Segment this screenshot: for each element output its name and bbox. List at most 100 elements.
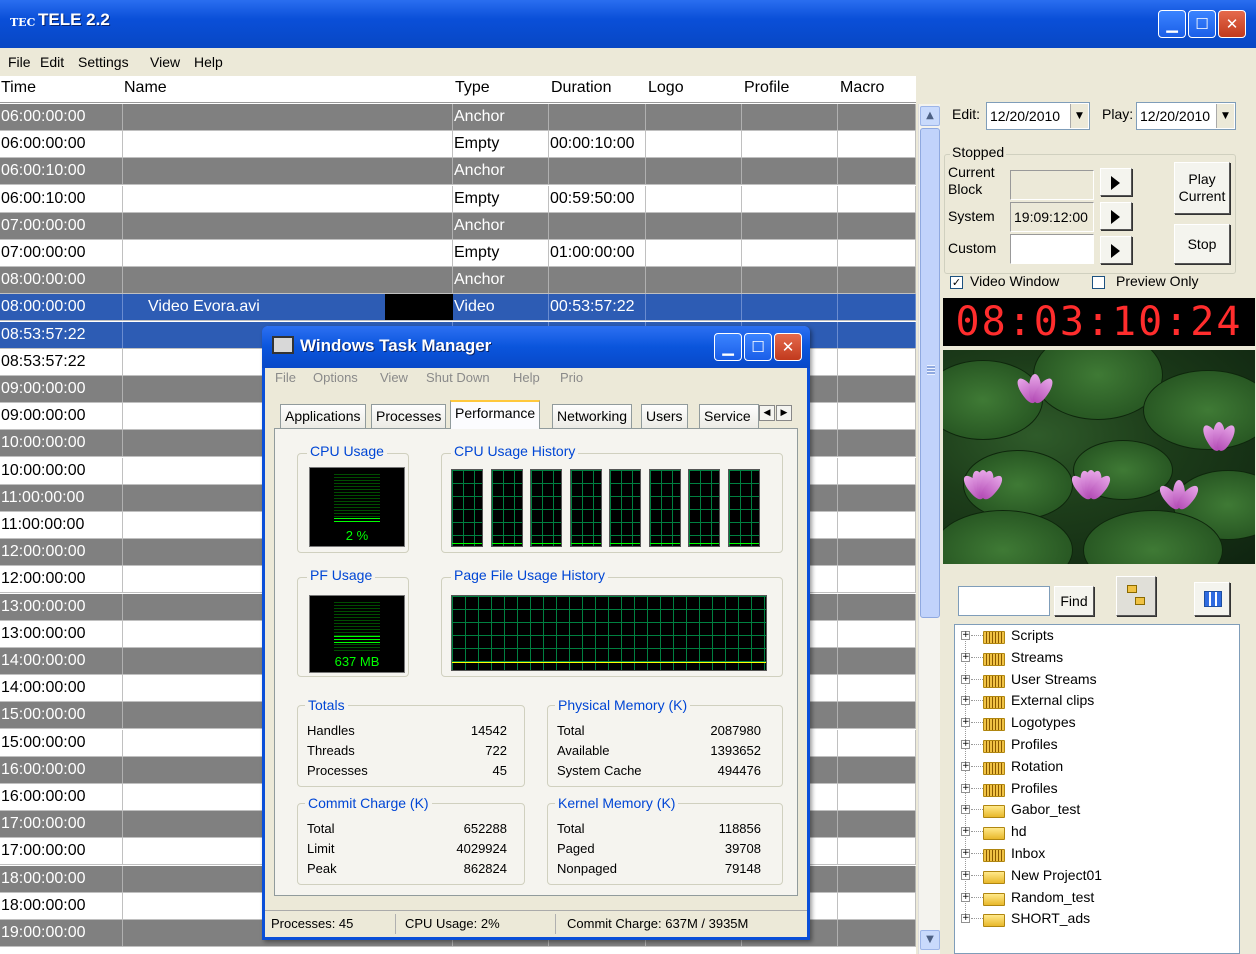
expand-icon[interactable]: + bbox=[961, 849, 970, 858]
cell-type: Anchor bbox=[453, 158, 549, 185]
tree-item[interactable]: + Profiles bbox=[961, 734, 1231, 756]
tm-maximize-button[interactable]: ☐ bbox=[744, 333, 772, 361]
cell-duration: 01:00:00:00 bbox=[549, 240, 646, 266]
play-system-button[interactable] bbox=[1100, 202, 1132, 230]
menu-edit[interactable]: Edit bbox=[40, 54, 64, 70]
tree-item[interactable]: + External clips bbox=[961, 690, 1231, 712]
close-button[interactable]: ✕ bbox=[1218, 10, 1246, 38]
table-row[interactable]: 07:00:00:00 Anchor bbox=[0, 212, 916, 240]
expand-icon[interactable]: + bbox=[961, 870, 970, 880]
grid-view-button[interactable] bbox=[1194, 582, 1230, 616]
header-name[interactable]: Name bbox=[124, 79, 167, 97]
table-row[interactable]: 08:00:00:00 Anchor bbox=[0, 267, 916, 295]
tab-processes[interactable]: Processes bbox=[371, 404, 447, 428]
cell-mac bbox=[838, 321, 916, 348]
tree-item[interactable]: + Random_test bbox=[961, 887, 1231, 909]
expand-icon[interactable]: + bbox=[961, 696, 970, 706]
header-logo[interactable]: Logo bbox=[648, 79, 684, 97]
tree-item[interactable]: + Logotypes bbox=[961, 712, 1231, 734]
header-duration[interactable]: Duration bbox=[551, 79, 611, 97]
scroll-down-button[interactable]: ▼ bbox=[920, 930, 940, 950]
table-row[interactable]: 07:00:00:00 Empty 01:00:00:00 bbox=[0, 240, 916, 267]
cell-duration: 00:59:50:00 bbox=[549, 185, 646, 212]
maximize-button[interactable]: ☐ bbox=[1188, 10, 1216, 38]
table-row[interactable]: 06:00:10:00 Empty 00:59:50:00 bbox=[0, 185, 916, 213]
preview-only-checkbox[interactable] bbox=[1092, 276, 1105, 289]
find-button[interactable]: Find bbox=[1054, 586, 1094, 616]
cell-mac bbox=[838, 104, 916, 130]
tm-menu-help[interactable]: Help bbox=[513, 370, 540, 385]
tab-users[interactable]: Users bbox=[641, 404, 688, 428]
menu-settings[interactable]: Settings bbox=[78, 54, 129, 70]
tree-item[interactable]: + User Streams bbox=[961, 669, 1231, 691]
expand-icon[interactable]: + bbox=[961, 914, 970, 924]
tab-applications[interactable]: Applications bbox=[280, 404, 366, 428]
find-input[interactable] bbox=[958, 586, 1050, 616]
expand-icon[interactable]: + bbox=[961, 631, 970, 640]
tm-close-button[interactable]: ✕ bbox=[774, 333, 802, 361]
menu-file[interactable]: File bbox=[8, 54, 31, 70]
table-row[interactable]: 06:00:00:00 Anchor bbox=[0, 104, 916, 131]
tab-performance[interactable]: Performance bbox=[450, 400, 541, 429]
tab-networking[interactable]: Networking bbox=[552, 404, 633, 428]
system-time-field[interactable]: 19:09:12:00 bbox=[1010, 202, 1094, 232]
header-profile[interactable]: Profile bbox=[744, 79, 789, 97]
cell-prof bbox=[742, 158, 838, 185]
play-current-block-button[interactable] bbox=[1100, 168, 1132, 196]
custom-time-input[interactable] bbox=[1010, 234, 1094, 264]
expand-icon[interactable]: + bbox=[961, 718, 970, 728]
tm-menu-options[interactable]: Options bbox=[313, 370, 358, 385]
totals-title: Totals bbox=[305, 697, 348, 713]
chevron-right-icon[interactable]: ▶ bbox=[776, 405, 792, 421]
expand-icon[interactable]: + bbox=[961, 652, 970, 662]
expand-icon[interactable]: + bbox=[961, 827, 970, 837]
tab-services[interactable]: Service bbox=[699, 404, 759, 428]
tree-item[interactable]: + Streams bbox=[961, 647, 1231, 669]
tm-menu-file[interactable]: File bbox=[275, 370, 296, 385]
play-date-select[interactable]: 12/20/2010 ▼ bbox=[1136, 102, 1236, 130]
chevron-left-icon[interactable]: ◀ bbox=[759, 405, 775, 421]
stop-button[interactable]: Stop bbox=[1174, 224, 1230, 264]
tree-item[interactable]: + Scripts bbox=[961, 625, 1231, 647]
expand-icon[interactable]: + bbox=[961, 805, 970, 815]
tree-item[interactable]: + New Project01 bbox=[961, 865, 1231, 887]
header-time[interactable]: Time bbox=[1, 79, 36, 97]
minimize-button[interactable]: ▁ bbox=[1158, 10, 1186, 38]
tm-minimize-button[interactable]: ▁ bbox=[714, 333, 742, 361]
playlist-scrollbar[interactable]: ▲ ▼ bbox=[918, 104, 940, 954]
header-macro[interactable]: Macro bbox=[840, 79, 884, 97]
cell-time: 13:00:00:00 bbox=[0, 593, 123, 620]
tm-menu-view[interactable]: View bbox=[380, 370, 408, 385]
menu-view[interactable]: View bbox=[150, 54, 180, 70]
scroll-thumb[interactable] bbox=[920, 128, 940, 618]
table-row[interactable]: 08:00:00:00 Video Evora.avi Video 00:53:57:… bbox=[0, 294, 916, 322]
menu-help[interactable]: Help bbox=[194, 54, 223, 70]
tree-item[interactable]: + Profiles bbox=[961, 778, 1231, 800]
expand-icon[interactable]: + bbox=[961, 783, 970, 793]
expand-icon[interactable]: + bbox=[961, 892, 970, 902]
expand-icon[interactable]: + bbox=[961, 761, 970, 771]
expand-icon[interactable]: + bbox=[961, 674, 970, 684]
table-row[interactable]: 06:00:10:00 Anchor bbox=[0, 158, 916, 186]
tree-item[interactable]: + Inbox bbox=[961, 843, 1231, 865]
cell-prof bbox=[742, 131, 838, 158]
edit-date-select[interactable]: 12/20/2010 ▼ bbox=[986, 102, 1090, 130]
play-current-button[interactable]: Play Current bbox=[1174, 162, 1230, 214]
tree-view-button[interactable] bbox=[1116, 576, 1156, 616]
tree-item[interactable]: + SHORT_ads bbox=[961, 908, 1231, 930]
table-row[interactable]: 06:00:00:00 Empty 00:00:10:00 bbox=[0, 131, 916, 159]
cell-mac bbox=[838, 348, 916, 375]
scroll-up-button[interactable]: ▲ bbox=[920, 106, 940, 126]
video-window-checkbox[interactable]: ✓ bbox=[950, 276, 963, 289]
tree-item[interactable]: + hd bbox=[961, 821, 1231, 843]
current-block-field[interactable] bbox=[1010, 170, 1094, 200]
tm-menu-shutdown[interactable]: Shut Down bbox=[426, 370, 490, 385]
tree-item[interactable]: + Rotation bbox=[961, 756, 1231, 778]
header-type[interactable]: Type bbox=[455, 79, 490, 97]
expand-icon[interactable]: + bbox=[961, 740, 970, 749]
play-custom-button[interactable] bbox=[1100, 236, 1132, 264]
chevron-down-icon[interactable]: ▼ bbox=[1070, 104, 1088, 128]
chevron-down-icon[interactable]: ▼ bbox=[1216, 104, 1234, 128]
tm-menu-prio[interactable]: Prio bbox=[560, 370, 583, 385]
tree-item[interactable]: + Gabor_test bbox=[961, 799, 1231, 821]
